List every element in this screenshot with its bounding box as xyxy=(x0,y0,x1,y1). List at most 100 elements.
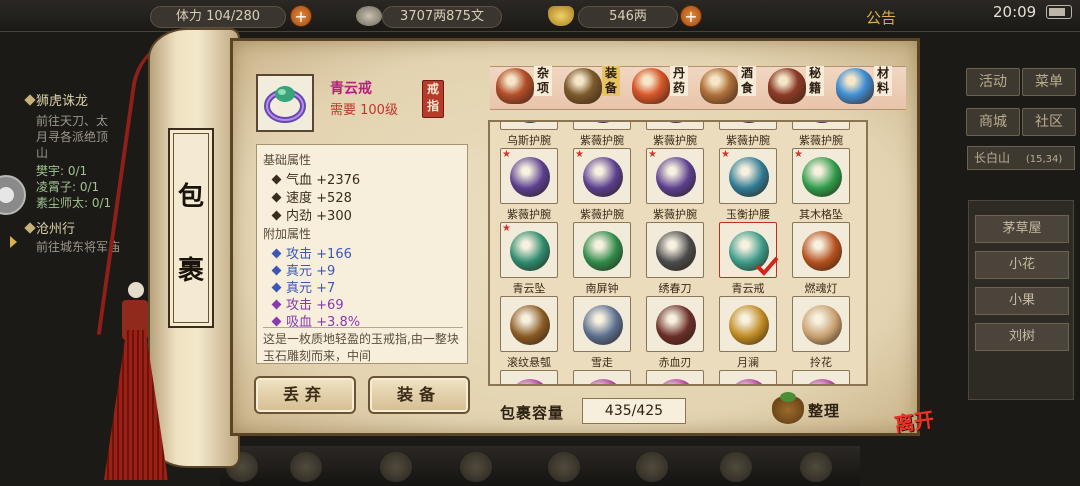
leave-button[interactable]: 离开 xyxy=(892,402,944,454)
divider xyxy=(263,327,463,328)
quest-title[interactable]: 沧州行 xyxy=(36,218,75,237)
bottom-menu-icon[interactable] xyxy=(720,452,752,482)
discard-button[interactable]: 丢弃 xyxy=(254,376,356,414)
inventory-slot[interactable] xyxy=(646,370,706,384)
community-button[interactable]: 社区 xyxy=(1022,108,1076,136)
inventory-slot[interactable]: 绣春刀 xyxy=(646,222,706,295)
category-tab[interactable]: 酒食 xyxy=(698,62,764,112)
inventory-slot[interactable]: 青云戒 xyxy=(719,222,779,295)
base-stats-header: 基础属性 xyxy=(263,153,312,167)
slot-frame xyxy=(792,222,850,278)
item-icon xyxy=(583,122,623,123)
item-label: 月澜 xyxy=(737,356,759,369)
leave-label: 离开 xyxy=(892,407,936,437)
location-name: 长白山 xyxy=(974,151,1011,165)
category-tab[interactable]: 杂项 xyxy=(494,62,560,112)
item-label: 紫薇护腕 xyxy=(507,208,551,221)
bottom-menu-icon[interactable] xyxy=(460,452,492,482)
inventory-slot[interactable]: 拎花 xyxy=(792,296,852,369)
inventory-slot[interactable]: 雪走 xyxy=(573,296,633,369)
new-star-icon: ★ xyxy=(794,149,803,160)
capacity-label: 包裹容量 xyxy=(500,404,565,422)
tassel-bead xyxy=(128,282,144,298)
inventory-slot[interactable]: 乌斯护腕 xyxy=(500,122,560,147)
inventory-slot[interactable] xyxy=(500,370,560,384)
quest-progress: 素尘师太: 0/1 xyxy=(36,196,112,210)
item-stats-box[interactable]: 基础属性 气血 +2376 速度 +528 内劲 +300 附加属性 攻击 +1… xyxy=(256,144,468,364)
item-icon xyxy=(729,157,769,197)
npc-button[interactable]: 刘树 xyxy=(975,323,1069,351)
item-icon xyxy=(583,305,623,345)
category-tab[interactable]: 秘籍 xyxy=(766,62,832,112)
inventory-slot[interactable]: 紫薇护腕 xyxy=(719,122,779,147)
item-icon xyxy=(656,305,696,345)
item-label: 赤血刃 xyxy=(658,356,692,369)
inventory-slot[interactable]: 紫薇护腕 xyxy=(646,122,706,147)
inventory-grid[interactable]: 乌斯护腕 紫薇护腕 紫薇护腕 紫薇护腕 紫薇护腕 ★ 紫薇护腕 ★ 紫薇护腕 ★ 紫薇护腕 ★ 玉衡护腰… xyxy=(488,120,868,386)
notice-button[interactable]: 公告 xyxy=(866,7,896,28)
inventory-slot[interactable]: 燃魂灯 xyxy=(792,222,852,295)
inventory-slot[interactable]: ★ 紫薇护腕 xyxy=(573,148,633,221)
checkmark-icon xyxy=(755,256,779,276)
inventory-slot[interactable] xyxy=(792,370,852,384)
inventory-slot[interactable]: 滚纹悬瓠 xyxy=(500,296,560,369)
npc-button[interactable]: 小果 xyxy=(975,287,1069,315)
item-icon xyxy=(656,157,696,197)
menu-button[interactable]: 菜单 xyxy=(1022,68,1076,96)
item-label: 紫薇护腕 xyxy=(580,134,624,147)
expand-arrow-icon[interactable] xyxy=(10,236,17,248)
inventory-slot[interactable]: 月澜 xyxy=(719,296,779,369)
sort-button[interactable]: 整理 xyxy=(772,392,848,426)
bullet-icon xyxy=(271,174,282,185)
npc-button[interactable]: 小花 xyxy=(975,251,1069,279)
add-silver-button[interactable]: + xyxy=(680,5,702,27)
inventory-slot[interactable]: ★ 紫薇护腕 xyxy=(646,148,706,221)
jade-ring-icon xyxy=(264,86,306,123)
inventory-slot[interactable]: 紫薇护腕 xyxy=(792,122,852,147)
slot-frame xyxy=(719,296,777,352)
location-display[interactable]: 长白山 (15,34) xyxy=(967,146,1075,170)
npc-button[interactable]: 茅草屋 xyxy=(975,215,1069,243)
category-tab[interactable]: 丹药 xyxy=(630,62,696,112)
stat-value: +2376 xyxy=(316,173,361,188)
stat-name: 气血 xyxy=(286,173,313,188)
category-label: 酒食 xyxy=(738,66,756,96)
item-icon xyxy=(656,231,696,271)
item-requirement: 需要 100级 xyxy=(330,103,398,118)
inventory-slot[interactable]: ★ 青云坠 xyxy=(500,222,560,295)
category-label: 丹药 xyxy=(670,66,688,96)
selected-item-slot xyxy=(256,74,314,132)
bottom-menu-icon[interactable] xyxy=(380,452,412,482)
slot-frame xyxy=(719,370,777,384)
inventory-slot[interactable]: ★ 其木格坠 xyxy=(792,148,852,221)
item-name: 青云戒 xyxy=(330,81,372,97)
inventory-slot[interactable]: ★ 紫薇护腕 xyxy=(500,148,560,221)
bottom-menu-icon[interactable] xyxy=(548,452,580,482)
inventory-slot[interactable]: 南屏钟 xyxy=(573,222,633,295)
bottom-menu-icon[interactable] xyxy=(636,452,668,482)
inventory-slot[interactable]: 赤血刃 xyxy=(646,296,706,369)
bottom-menu-icon[interactable] xyxy=(290,452,322,482)
item-type-stamp: 戒指 xyxy=(422,80,444,118)
bottom-menu-icon[interactable] xyxy=(800,452,832,482)
item-label: 紫薇护腕 xyxy=(653,208,697,221)
slot-frame: ★ xyxy=(500,222,558,278)
category-tab[interactable]: 材料 xyxy=(834,62,900,112)
quest-text: 月寻各派绝顶 xyxy=(36,130,109,144)
inventory-slot[interactable] xyxy=(719,370,779,384)
inventory-slot[interactable]: 紫薇护腕 xyxy=(573,122,633,147)
shop-button[interactable]: 商城 xyxy=(966,108,1020,136)
quest-text: 山 xyxy=(36,146,49,160)
inventory-slot[interactable] xyxy=(573,370,633,384)
equip-button[interactable]: 装备 xyxy=(368,376,470,414)
item-icon xyxy=(656,379,696,384)
clock: 20:09 xyxy=(993,3,1037,21)
equipment-icon xyxy=(564,68,602,104)
quest-title[interactable]: 狮虎诛龙 xyxy=(36,90,88,109)
inventory-slot[interactable]: ★ 玉衡护腰 xyxy=(719,148,779,221)
slot-frame: ★ xyxy=(500,148,558,204)
activity-button[interactable]: 活动 xyxy=(966,68,1020,96)
item-label: 玉衡护腰 xyxy=(726,208,770,221)
add-stamina-button[interactable]: + xyxy=(290,5,312,27)
category-tab[interactable]: 装备 xyxy=(562,62,628,112)
